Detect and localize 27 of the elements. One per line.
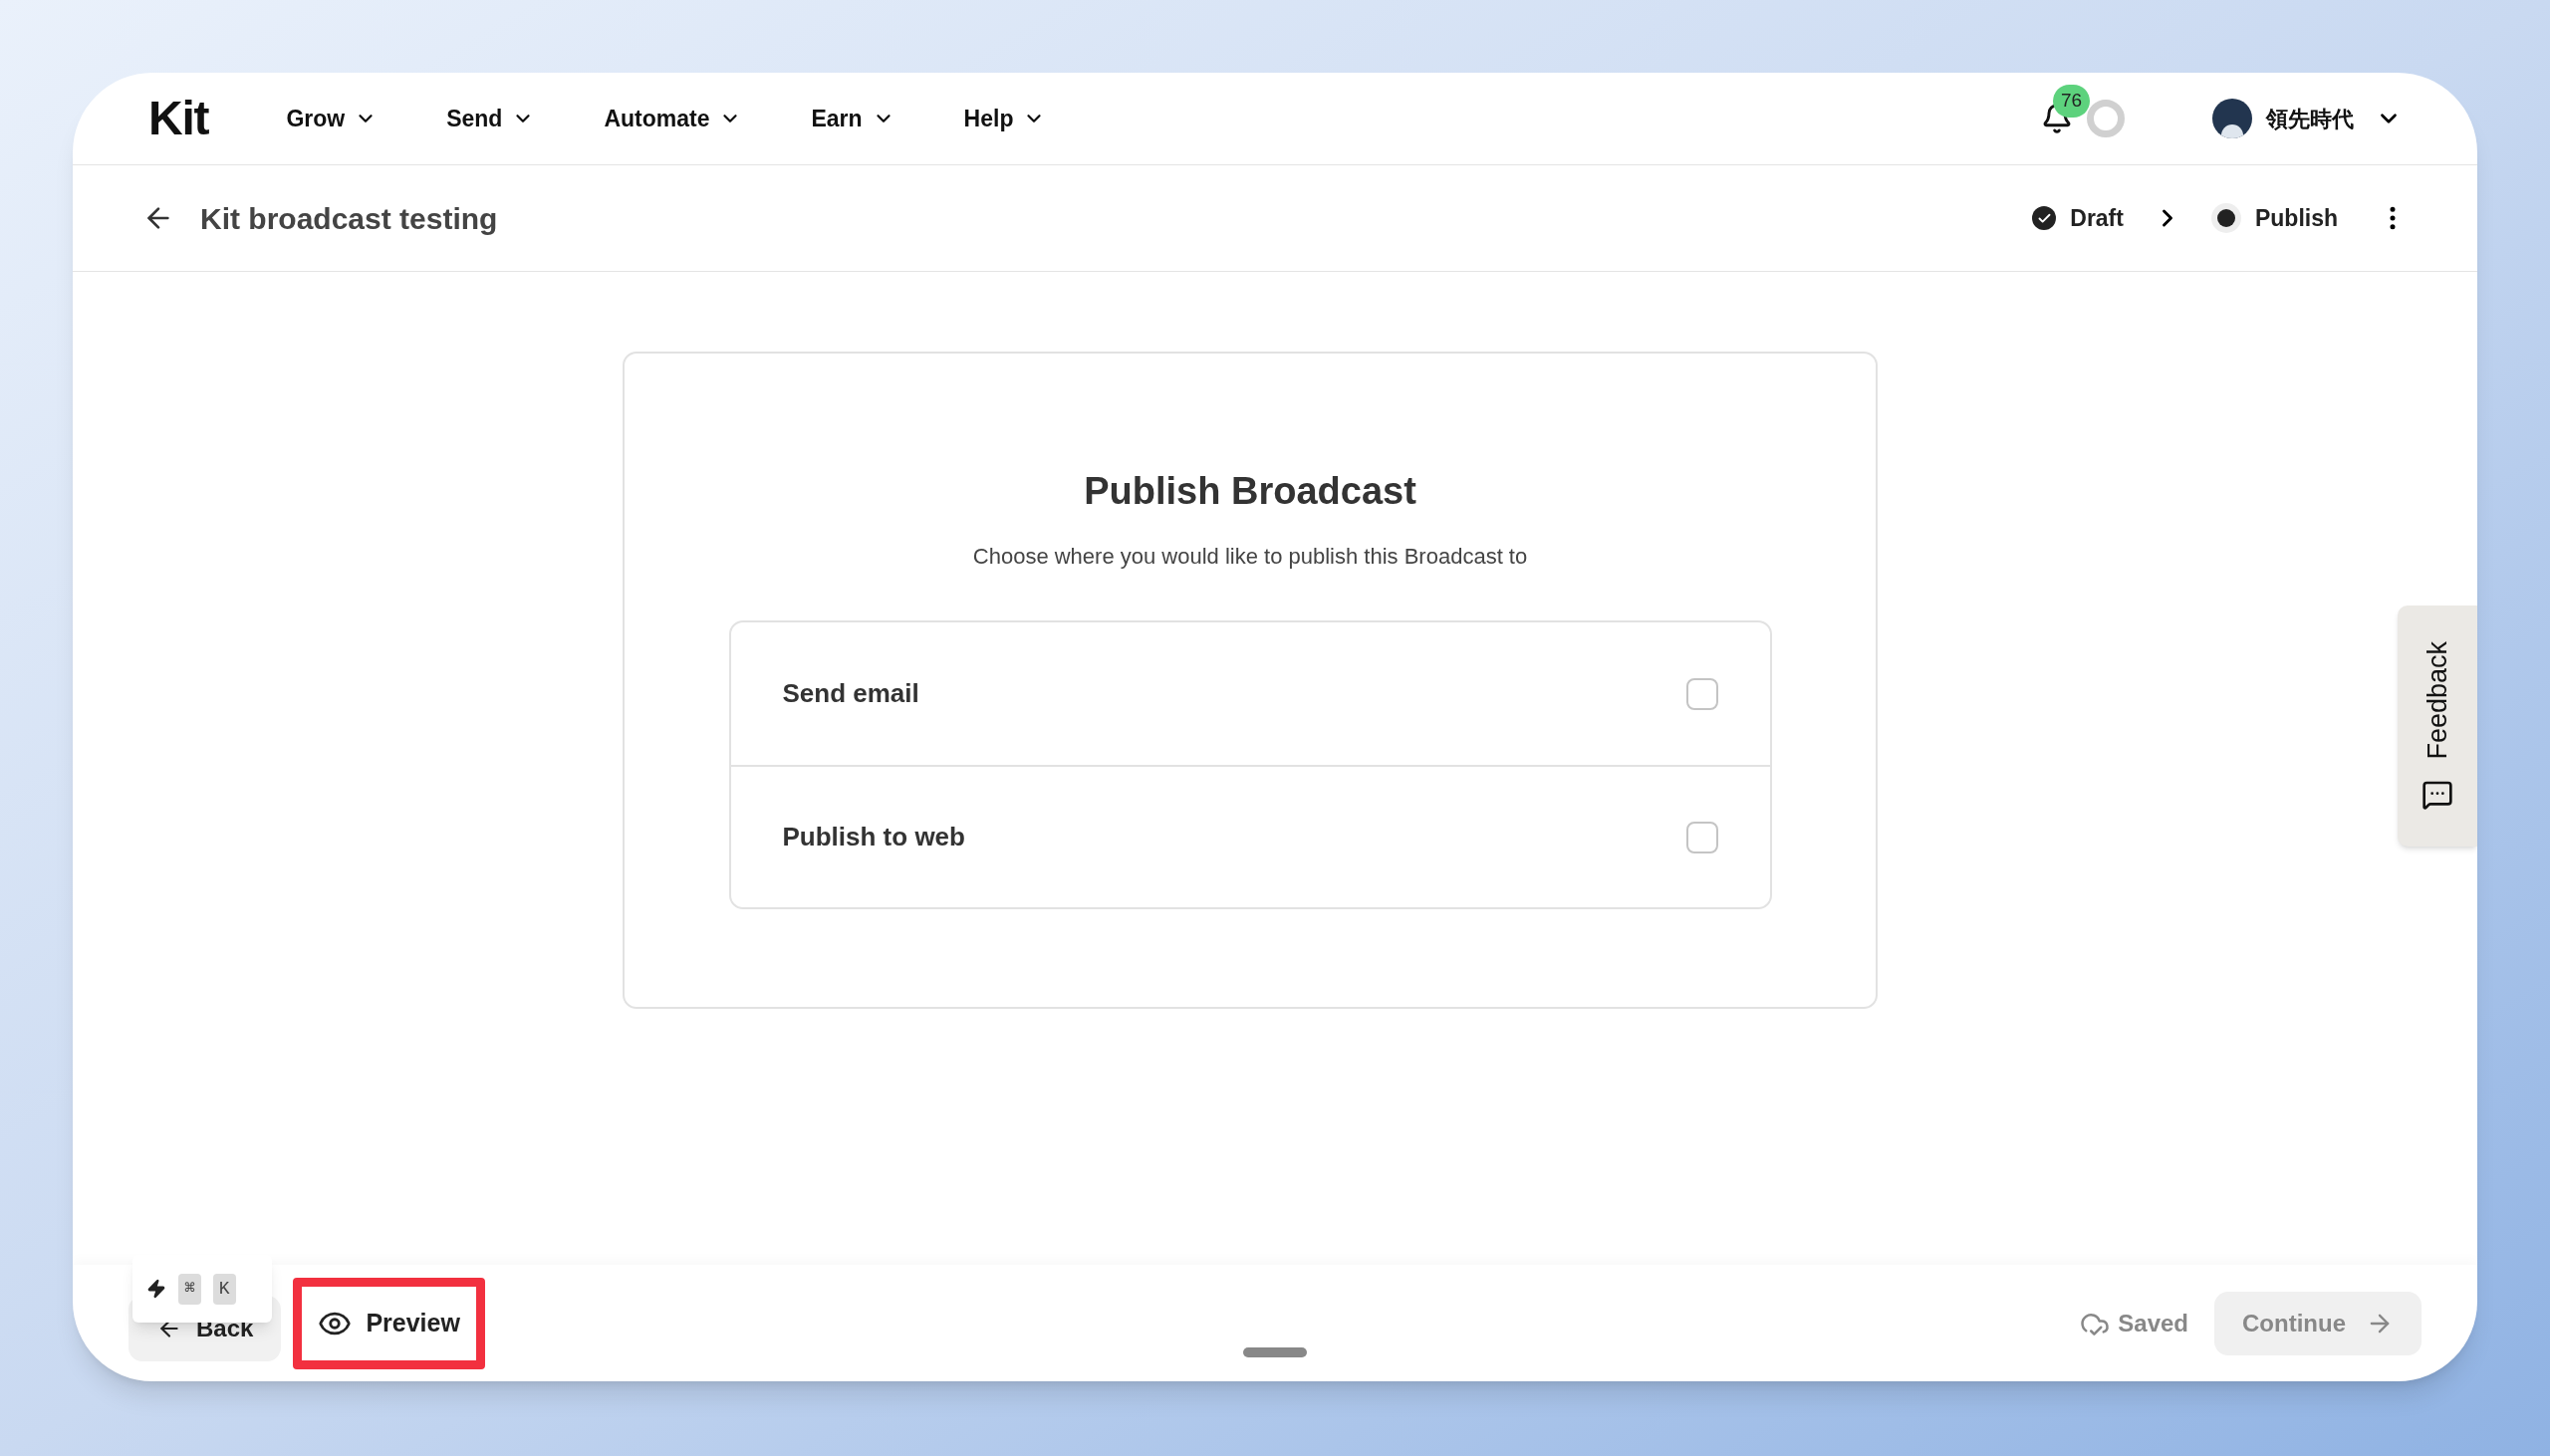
step-label[interactable]: Publish	[2254, 200, 2338, 236]
feedback-tab[interactable]: Feedback	[2398, 606, 2477, 847]
notification-count: 76	[2053, 85, 2091, 118]
nav-menu[interactable]: Automate	[604, 101, 742, 136]
nav-menu[interactable]: Send	[446, 101, 535, 136]
step-label[interactable]: Draft	[2070, 200, 2124, 236]
nav-menu[interactable]: Grow	[286, 101, 378, 136]
nav-menu[interactable]: Earn	[811, 101, 894, 136]
user-name[interactable]: 領先時代	[2266, 102, 2354, 135]
chat-icon	[2422, 779, 2453, 812]
option-label: Send email	[782, 677, 919, 710]
card-title: Publish Broadcast	[1084, 469, 1416, 514]
key-cap: ⌘	[178, 1273, 201, 1305]
card-subtitle: Choose where you would like to publish this Broadcast to	[972, 543, 1528, 571]
user-avatar[interactable]	[2212, 99, 2252, 138]
save-status: Saved	[2118, 1308, 2188, 1338]
option-checkbox[interactable]	[1685, 677, 1718, 710]
option-checkbox[interactable]	[1685, 821, 1718, 853]
preview-button[interactable]: Preview	[293, 1277, 485, 1369]
scroll-handle	[1243, 1347, 1307, 1357]
option-label: Publish to web	[782, 821, 965, 853]
loading-ring-icon	[2087, 100, 2125, 137]
lightning-icon	[146, 1279, 166, 1299]
page-title: Kit broadcast testing	[200, 200, 498, 237]
nav-menu[interactable]: Help	[963, 101, 1046, 136]
logo[interactable]: Kit	[148, 83, 209, 154]
key-cap: K	[212, 1273, 236, 1305]
